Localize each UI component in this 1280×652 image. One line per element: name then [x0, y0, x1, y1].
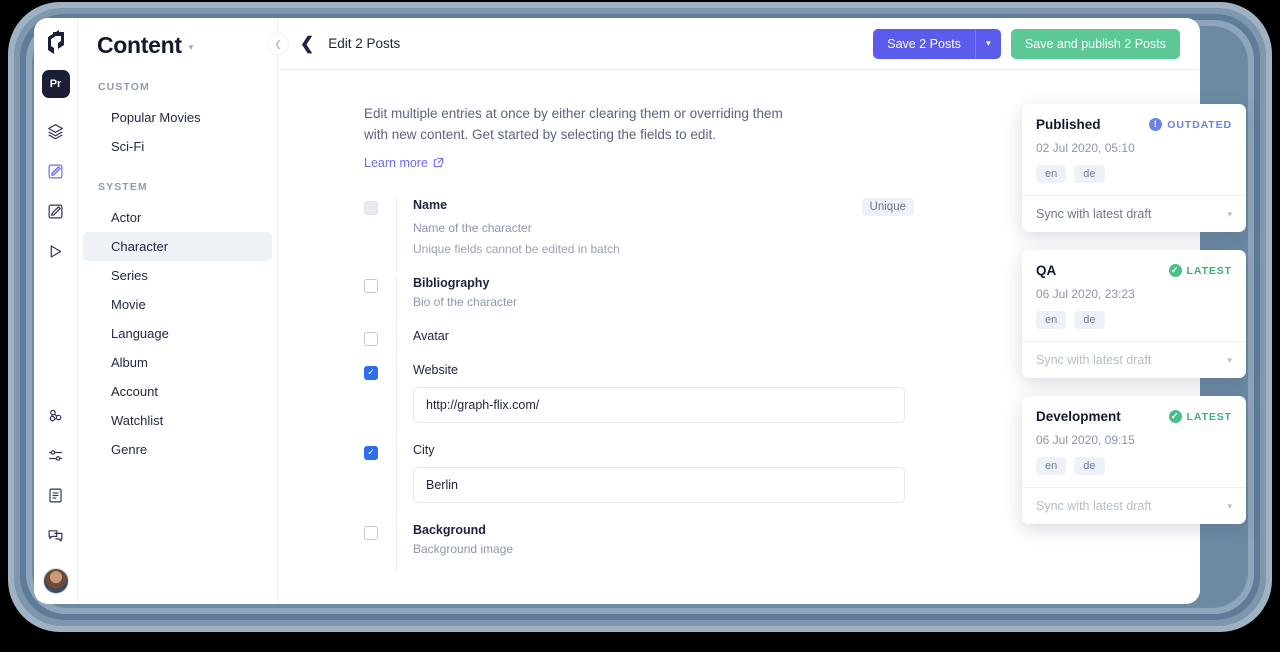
stage-date-published: 02 Jul 2020, 05:10 [1036, 141, 1135, 155]
chat-icon[interactable] [41, 520, 71, 550]
sidebar-item-sci-fi[interactable]: Sci-Fi [83, 132, 272, 161]
sync-label-qa: Sync with latest draft [1036, 353, 1152, 367]
status-label-qa: LATEST [1186, 264, 1232, 277]
sidebar-item-album[interactable]: Album [83, 348, 272, 377]
status-badge-qa: ✓ LATEST [1168, 264, 1232, 277]
sidebar-group-label-system: SYSTEM [98, 181, 148, 193]
project-badge[interactable]: Pr [41, 70, 70, 98]
top-toolbar: ❮ Edit 2 Posts Save 2 Posts ▾ Save and p… [278, 18, 1200, 70]
stage-name-development: Development [1036, 409, 1121, 424]
stage-top-qa: QA ✓ LATEST 06 Jul 2020, 23:23 en de [1022, 250, 1246, 341]
locale-chip-en[interactable]: en [1036, 311, 1067, 329]
stage-date-development: 06 Jul 2020, 09:15 [1036, 433, 1135, 447]
sidebar-group-label-custom: CUSTOM [98, 81, 150, 93]
sidebar-item-genre[interactable]: Genre [83, 435, 272, 464]
locale-chip-en[interactable]: en [1036, 165, 1067, 183]
external-link-icon [433, 158, 444, 168]
stage-card-qa: QA ✓ LATEST 06 Jul 2020, 23:23 en de Syn… [1022, 250, 1246, 378]
city-input[interactable] [413, 466, 905, 503]
play-icon[interactable] [41, 236, 71, 266]
stage-cards-panel: Published ! OUTDATED 02 Jul 2020, 05:10 … [1022, 104, 1246, 542]
stage-head-development: Development ✓ LATEST [1036, 409, 1232, 424]
sync-label-development: Sync with latest draft [1036, 499, 1152, 513]
field-checkbox-name [364, 200, 378, 215]
intro-text: Edit multiple entries at once by either … [364, 106, 783, 142]
status-label-development: LATEST [1186, 410, 1232, 423]
checkmark-icon: ✓ [367, 447, 375, 458]
content-edit-icon[interactable] [41, 156, 71, 186]
sync-label-published: Sync with latest draft [1036, 207, 1152, 221]
status-badge-development: ✓ LATEST [1168, 410, 1232, 423]
locale-chips-published: en de [1036, 165, 1232, 183]
collapse-sidebar-icon[interactable]: ❮ [267, 33, 289, 55]
sidebar-item-actor[interactable]: Actor [83, 203, 272, 232]
page-title: Content [97, 32, 182, 58]
content-sidebar: Content ▾ CUSTOM Popular Movies Sci-Fi S… [78, 18, 278, 604]
learn-more-link[interactable]: Learn more [364, 156, 444, 170]
sync-dropdown-published[interactable]: Sync with latest draft ▾ [1022, 195, 1246, 232]
chevron-down-icon[interactable]: ▾ [189, 42, 194, 53]
save-button[interactable]: Save 2 Posts [873, 28, 975, 59]
field-label-name: Name [413, 197, 448, 212]
webhooks-icon[interactable] [41, 400, 71, 430]
sidebar-item-language[interactable]: Language [83, 319, 272, 348]
stage-date-qa: 06 Jul 2020, 23:23 [1036, 287, 1135, 301]
sidebar-item-watchlist[interactable]: Watchlist [83, 406, 272, 435]
chevron-down-icon: ▾ [1227, 208, 1232, 219]
sync-dropdown-qa[interactable]: Sync with latest draft ▾ [1022, 341, 1246, 378]
field-checkbox-website[interactable]: ✓ [364, 365, 378, 380]
check-circle-icon: ✓ [1168, 410, 1182, 423]
field-checkbox-background[interactable] [364, 525, 378, 540]
locale-chips-qa: en de [1036, 311, 1232, 329]
field-checkbox-city[interactable]: ✓ [364, 445, 378, 460]
locale-chip-de[interactable]: de [1074, 457, 1105, 475]
stage-head-qa: QA ✓ LATEST [1036, 263, 1232, 278]
layers-icon[interactable] [41, 116, 71, 146]
back-chevron-icon[interactable]: ❮ [300, 35, 314, 52]
locale-chip-de[interactable]: de [1074, 311, 1105, 329]
stage-top-development: Development ✓ LATEST 06 Jul 2020, 09:15 … [1022, 396, 1246, 487]
locale-chip-en[interactable]: en [1036, 457, 1067, 475]
learn-more-label: Learn more [364, 155, 428, 170]
chevron-down-icon: ▾ [1227, 500, 1232, 511]
sidebar-item-movie[interactable]: Movie [83, 290, 272, 319]
checkmark-icon: ✓ [367, 367, 375, 378]
field-checkbox-bibliography[interactable] [364, 278, 378, 293]
editor-title: Edit 2 Posts [328, 36, 401, 51]
save-and-publish-button[interactable]: Save and publish 2 Posts [1010, 28, 1180, 59]
schema-edit-icon[interactable] [41, 196, 71, 226]
settings-sliders-icon[interactable] [41, 440, 71, 470]
status-badge-published: ! OUTDATED [1149, 118, 1232, 131]
chevron-down-icon: ▾ [1227, 354, 1232, 365]
locale-chips-development: en de [1036, 457, 1232, 475]
field-checkbox-avatar[interactable] [364, 331, 378, 346]
sidebar-item-popular-movies[interactable]: Popular Movies [83, 103, 272, 132]
sidebar-item-series[interactable]: Series [83, 261, 272, 290]
website-input[interactable] [413, 386, 905, 423]
graphcms-logo-icon[interactable] [43, 28, 69, 58]
info-circle-icon: ! [1149, 118, 1163, 131]
stage-head-published: Published ! OUTDATED [1036, 117, 1232, 132]
stage-name-published: Published [1036, 117, 1101, 132]
status-label-published: OUTDATED [1167, 118, 1232, 131]
locale-chip-de[interactable]: de [1074, 165, 1105, 183]
stage-card-development: Development ✓ LATEST 06 Jul 2020, 09:15 … [1022, 396, 1246, 524]
stage-card-published: Published ! OUTDATED 02 Jul 2020, 05:10 … [1022, 104, 1246, 232]
sidebar-item-account[interactable]: Account [83, 377, 272, 406]
check-circle-icon: ✓ [1168, 264, 1182, 277]
sidebar-item-character[interactable]: Character [83, 232, 272, 261]
unique-badge: Unique [861, 197, 914, 216]
stage-name-qa: QA [1036, 263, 1057, 278]
field-description-background: Background image [413, 541, 514, 556]
stage-top-published: Published ! OUTDATED 02 Jul 2020, 05:10 … [1022, 104, 1246, 195]
sidebar-title-row[interactable]: Content ▾ [78, 32, 277, 59]
page-root: Pr Content ▾ CUSTOM Popular Movies Sci-F… [0, 0, 1280, 652]
sync-dropdown-development[interactable]: Sync with latest draft ▾ [1022, 487, 1246, 524]
save-split-button: Save 2 Posts ▾ [873, 28, 1001, 59]
save-options-chevron-down-icon[interactable]: ▾ [974, 28, 1001, 59]
user-avatar[interactable] [42, 568, 69, 594]
icon-rail: Pr [34, 18, 78, 604]
document-icon[interactable] [41, 480, 71, 510]
